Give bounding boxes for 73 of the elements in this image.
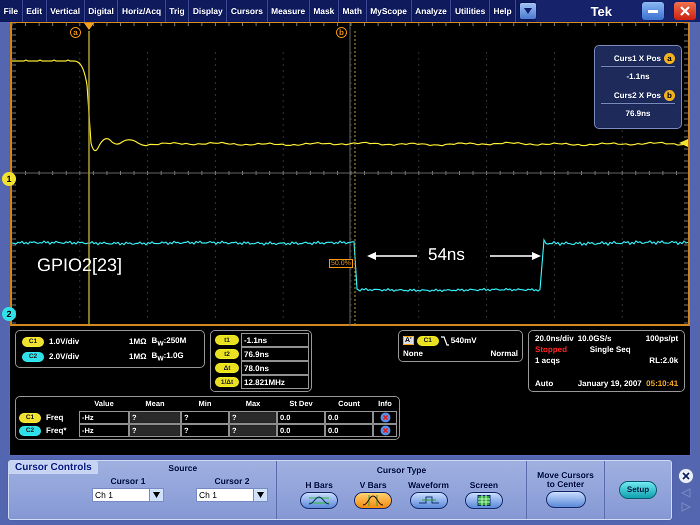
trigger-level: 540mV <box>450 336 477 345</box>
horizontal-bars-icon <box>308 495 330 506</box>
caret-icon <box>257 492 264 498</box>
caret-icon <box>524 8 532 14</box>
measurement-name: Freq* <box>46 426 66 435</box>
cursor-type-label: V Bars <box>360 480 387 490</box>
readout-value: 76.9ns <box>601 103 675 124</box>
sample-rate: 10.0GS/s <box>578 334 612 343</box>
cursor-source-label: Cursor 1 <box>110 476 146 486</box>
readout-value: -1.1ns <box>601 66 675 87</box>
cursor-type-button[interactable] <box>300 492 338 510</box>
setup-button[interactable]: Setup <box>619 480 657 498</box>
move-cursors-label: Move Cursors to Center <box>536 470 595 490</box>
cursor-line[interactable] <box>88 31 90 326</box>
cursor-type-label: Screen <box>470 480 498 490</box>
waveform-cursor-icon <box>418 495 440 506</box>
cursor-marker[interactable]: a <box>70 27 81 38</box>
measurement-name: Freq <box>46 413 64 422</box>
trigger-level-icon <box>679 139 688 147</box>
record-length: RL:2.0k <box>648 356 678 365</box>
channel-marker[interactable]: 1 <box>2 172 16 186</box>
vertical-bars-icon <box>362 495 384 506</box>
cursor-marker-badge: a <box>664 53 675 64</box>
cursor-source-dropdown[interactable]: Ch 1 <box>92 488 164 502</box>
minimize-icon <box>648 10 658 12</box>
acquisition-status: Stopped <box>535 345 568 354</box>
acquisition-date: January 19, 2007 <box>578 379 642 388</box>
cursor-source-dropdown[interactable]: Ch 1 <box>196 488 268 502</box>
caret-icon <box>153 492 160 498</box>
input-impedance: 1MΩ <box>129 352 147 361</box>
close-icon <box>680 6 690 16</box>
cursor-line[interactable] <box>354 30 356 326</box>
cursor-type-label: Waveform <box>408 480 449 490</box>
cursor-marker-badge: b <box>664 90 675 101</box>
brand-logo: Tek <box>590 4 612 18</box>
time-resolution: 100ps/pt <box>646 334 678 343</box>
panel-tab[interactable]: Cursor Controls <box>9 460 98 474</box>
vertical-scale: 2.0V/div <box>49 352 80 361</box>
source-label: Source <box>168 464 198 473</box>
cursor-marker[interactable]: b <box>336 27 347 38</box>
channel-marker[interactable]: 2 <box>2 307 16 321</box>
trigger-mode: Auto <box>535 379 554 388</box>
move-cursors-button[interactable] <box>546 491 586 508</box>
acquisition-count: 1 acqs <box>535 356 561 365</box>
cursor-type-button[interactable] <box>410 492 448 510</box>
timebase: 20.0ns/div <box>535 334 574 343</box>
cursor-value: 12.821MHz <box>241 375 309 389</box>
cursor-type-button[interactable] <box>354 492 392 510</box>
readout-label: Curs1 X Pos <box>614 54 661 63</box>
cursor-value: 76.9ns <box>241 347 309 361</box>
cursor-value: 78.0ns <box>241 361 309 375</box>
close-icon[interactable] <box>678 468 694 484</box>
minimize-button[interactable] <box>642 2 664 20</box>
trigger-coupling: None <box>403 349 423 358</box>
menu-overflow-button[interactable] <box>520 3 536 19</box>
bandwidth-limit: B$_{W}$:250M <box>152 336 186 348</box>
readout-label: Curs2 X Pos <box>614 91 661 100</box>
acquisition-mode: Single Seq <box>588 345 632 354</box>
trigger-mode: Normal <box>490 349 518 358</box>
cursor-value: -1.1ns <box>241 333 309 347</box>
bandwidth-limit: B$_{W}$:1.0G <box>152 350 184 362</box>
info-error-icon[interactable] <box>380 412 390 423</box>
acquisition-time: 05:10:41 <box>646 379 678 388</box>
cursor-source-label: Cursor 2 <box>214 476 250 486</box>
measurement-label: 54ns <box>428 245 465 265</box>
vertical-scale: 1.0V/div <box>49 337 80 346</box>
cursor-type-label: Cursor Type <box>376 466 426 475</box>
cursor-type-label: H Bars <box>305 480 333 490</box>
falling-edge-icon <box>440 336 449 346</box>
input-impedance: 1MΩ <box>129 337 147 346</box>
info-error-icon[interactable] <box>380 425 390 436</box>
cursor-type-button[interactable] <box>464 492 503 510</box>
close-button[interactable] <box>674 2 696 20</box>
